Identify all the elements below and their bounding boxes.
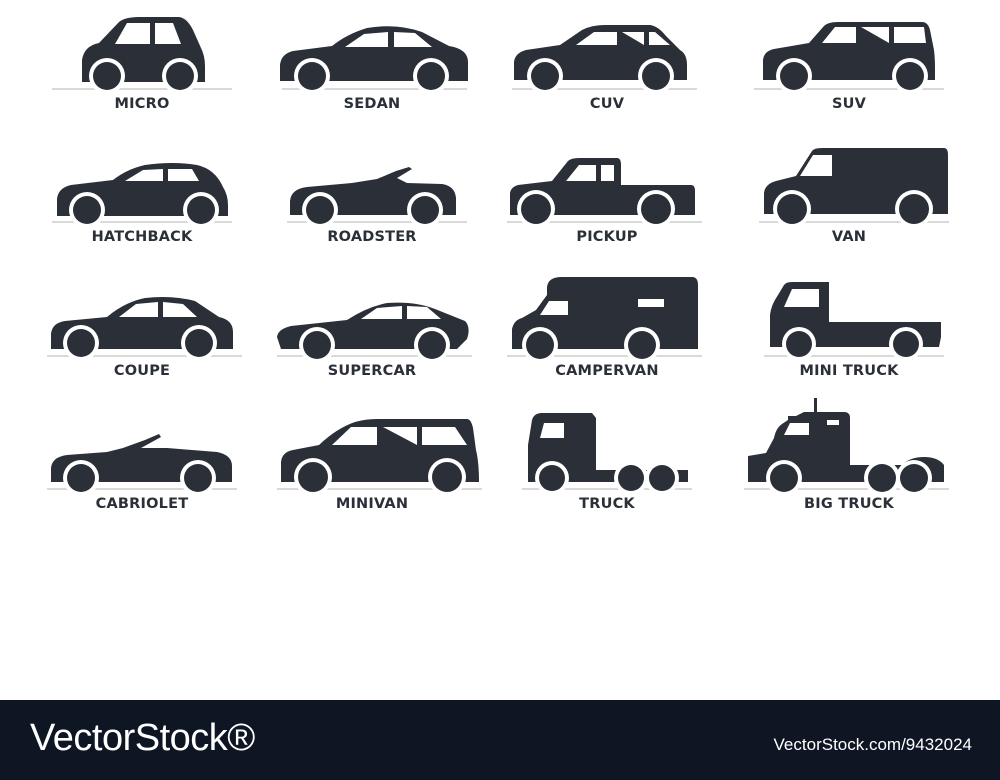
cuv-car-icon (512, 25, 697, 94)
footer-bar: VectorStock® VectorStock.com/9432024 (0, 700, 1000, 780)
wheel (187, 196, 215, 224)
vehicle-cell: TRUCK (492, 410, 722, 540)
wheel (896, 62, 924, 90)
vehicle-label: CUV (589, 96, 625, 112)
vehicle-label: MICRO (114, 96, 170, 112)
wheel (777, 194, 807, 224)
wheel (298, 62, 326, 90)
vehicle-cell: SUPERCAR (257, 277, 487, 407)
vehicle-cell: PICKUP (492, 143, 722, 273)
coupe-car-icon (47, 297, 242, 361)
big-truck-icon (744, 398, 949, 496)
wheel (184, 464, 212, 492)
window (601, 165, 614, 181)
wheel (526, 331, 554, 359)
van-icon (759, 148, 949, 228)
vehicle-label: COUPE (113, 363, 171, 379)
wheel (67, 329, 95, 357)
wheel (900, 464, 928, 492)
vehicle-cell: MINIVAN (257, 410, 487, 540)
vehicle-label: MINIVAN (335, 496, 409, 512)
wheel (618, 465, 644, 491)
wheel (899, 194, 929, 224)
wheel (417, 62, 445, 90)
wheel (641, 194, 671, 224)
vehicle-cell: MICRO (27, 10, 257, 140)
campervan-icon (507, 277, 702, 363)
vehicle-label: VAN (831, 229, 867, 245)
vehicle-cell: ROADSTER (257, 143, 487, 273)
vectorstock-logo: VectorStock® (30, 717, 255, 759)
vehicle-label: BIG TRUCK (804, 496, 894, 512)
roadster-car-icon (287, 167, 467, 228)
vehicle-label: PICKUP (576, 229, 638, 245)
sedan-car-icon (280, 26, 468, 94)
wheel (642, 62, 670, 90)
cabriolet-car-icon (47, 434, 237, 496)
pickup-truck-icon (507, 158, 702, 228)
wheel (868, 464, 896, 492)
wheel (411, 196, 439, 224)
vehicle-cell: COUPE (27, 277, 257, 407)
hatchback-car-icon (52, 163, 232, 228)
vehicle-label: SUV (831, 96, 867, 112)
wheel (185, 329, 213, 357)
suv-car-icon (754, 22, 944, 94)
wheel (539, 465, 565, 491)
window (894, 27, 926, 43)
wheel (893, 331, 919, 357)
vehicle-label: MINI TRUCK (799, 363, 899, 379)
vehicle-cell: CABRIOLET (27, 410, 257, 540)
wheel (531, 62, 559, 90)
vehicle-icon-grid: MICRO SEDAN CUV SUV HATCHBACK ROADSTER PICKUP V… (0, 0, 1000, 700)
vehicle-cell: SUV (734, 10, 964, 140)
vehicle-label: CABRIOLET (95, 496, 189, 512)
vehicle-cell: VAN (734, 143, 964, 273)
vehicle-cell: HATCHBACK (27, 143, 257, 273)
wheel (432, 462, 462, 492)
vehicle-label: SEDAN (343, 96, 401, 112)
mini-truck-icon (764, 282, 944, 361)
wheel (780, 62, 808, 90)
vehicle-label: ROADSTER (327, 229, 417, 245)
window (827, 420, 839, 425)
truck-icon (522, 413, 692, 495)
minivan-icon (277, 419, 482, 496)
stock-image-id: VectorStock.com/9432024 (773, 735, 972, 754)
wheel (418, 331, 446, 359)
window (540, 423, 564, 438)
wheel (303, 331, 331, 359)
wheel (628, 331, 656, 359)
micro-car-icon (52, 17, 232, 94)
wheel (298, 462, 328, 492)
wheel (166, 62, 194, 90)
supercar-icon (277, 302, 472, 363)
vehicle-cell: CAMPERVAN (492, 277, 722, 407)
wheel (786, 331, 812, 357)
wheel (306, 196, 334, 224)
vehicle-cell: MINI TRUCK (734, 277, 964, 407)
wheel (649, 465, 675, 491)
vehicle-label: SUPERCAR (327, 363, 417, 379)
vehicle-cell: SEDAN (257, 10, 487, 140)
window (638, 299, 664, 307)
vehicle-label: CAMPERVAN (555, 363, 659, 379)
wheel (93, 62, 121, 90)
vehicle-label: HATCHBACK (91, 229, 193, 245)
wheel (67, 464, 95, 492)
vehicle-cell: BIG TRUCK (734, 398, 964, 540)
wheel (73, 196, 101, 224)
wheel (521, 194, 551, 224)
vehicle-cell: CUV (492, 10, 722, 140)
vehicle-label: TRUCK (579, 496, 635, 512)
wheel (770, 464, 798, 492)
